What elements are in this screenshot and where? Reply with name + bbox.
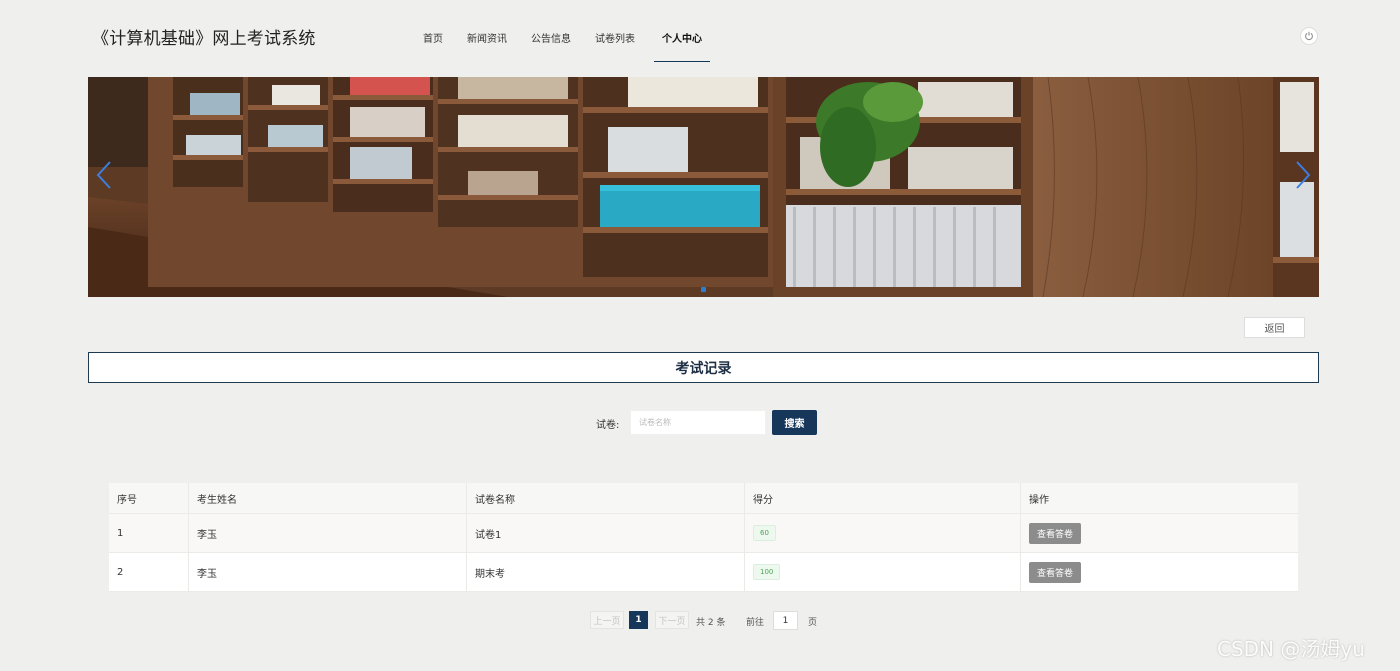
site-title: 《计算机基础》网上考试系统 [92,29,316,49]
nav-item-notices[interactable]: 公告信息 [526,28,576,62]
search-label: 试卷: [596,420,620,431]
page-number-current[interactable]: 1 [629,611,648,629]
cell-action: 查看答卷 [1021,553,1298,591]
section-title: 考试记录 [88,352,1319,383]
carousel-next-button[interactable] [1289,155,1317,195]
chevron-right-icon [1296,161,1311,189]
goto-page-input[interactable]: 1 [773,611,798,630]
banner-carousel [88,77,1319,297]
watermark: CSDN @汤姆yu [1217,637,1365,661]
next-page-button[interactable]: 下一页 [655,611,689,629]
table-row: 2 李玉 期末考 100 查看答卷 [109,553,1298,592]
score-badge: 60 [753,525,776,541]
page-suffix-label: 页 [808,618,818,628]
cell-paper: 期末考 [467,553,745,591]
nav-item-news[interactable]: 新闻资讯 [462,28,512,62]
cell-name: 李玉 [189,514,467,552]
back-button[interactable]: 返回 [1244,317,1305,338]
column-header-index: 序号 [109,483,189,513]
cell-score: 60 [745,514,1021,552]
table-header-row: 序号 考生姓名 试卷名称 得分 操作 [109,483,1298,514]
chevron-left-icon [96,161,111,189]
carousel-dot[interactable] [701,287,706,292]
logout-button[interactable] [1300,27,1318,45]
cell-score: 100 [745,553,1021,591]
carousel-indicators [88,287,1319,292]
bookshelf-image [88,77,1319,297]
cell-index: 1 [109,514,189,552]
total-count: 共 2 条 [696,618,726,628]
cell-index: 2 [109,553,189,591]
cell-name: 李玉 [189,553,467,591]
paper-name-search-input[interactable] [630,410,766,435]
site-header: 《计算机基础》网上考试系统 首页 新闻资讯 公告信息 试卷列表 个人中心 [0,0,1400,72]
main-nav: 首页 新闻资讯 公告信息 试卷列表 个人中心 [418,28,724,62]
search-button[interactable]: 搜索 [772,410,817,435]
view-answer-button[interactable]: 查看答卷 [1029,561,1082,583]
pagination: 上一页 1 下一页 共 2 条 前往 1 页 [0,611,1400,631]
cell-paper: 试卷1 [467,514,745,552]
carousel-prev-button[interactable] [90,155,118,195]
cell-action: 查看答卷 [1021,514,1298,552]
column-header-paper: 试卷名称 [467,483,745,513]
score-badge: 100 [753,564,781,580]
nav-item-papers[interactable]: 试卷列表 [590,28,640,62]
column-header-action: 操作 [1029,494,1049,506]
prev-page-button[interactable]: 上一页 [590,611,624,629]
table-row: 1 李玉 试卷1 60 查看答卷 [109,514,1298,553]
goto-label: 前往 [746,618,765,628]
power-icon [1305,31,1313,41]
exam-records-table: 序号 考生姓名 试卷名称 得分 操作 1 李玉 试卷1 60 查看答卷 2 李玉… [109,483,1298,592]
view-answer-button[interactable]: 查看答卷 [1029,522,1082,544]
column-header-name: 考生姓名 [189,483,467,513]
nav-item-profile[interactable]: 个人中心 [654,28,710,62]
search-bar: 试卷: 搜索 [0,408,1400,436]
nav-item-home[interactable]: 首页 [418,28,448,62]
column-header-score: 得分 [745,483,1021,513]
